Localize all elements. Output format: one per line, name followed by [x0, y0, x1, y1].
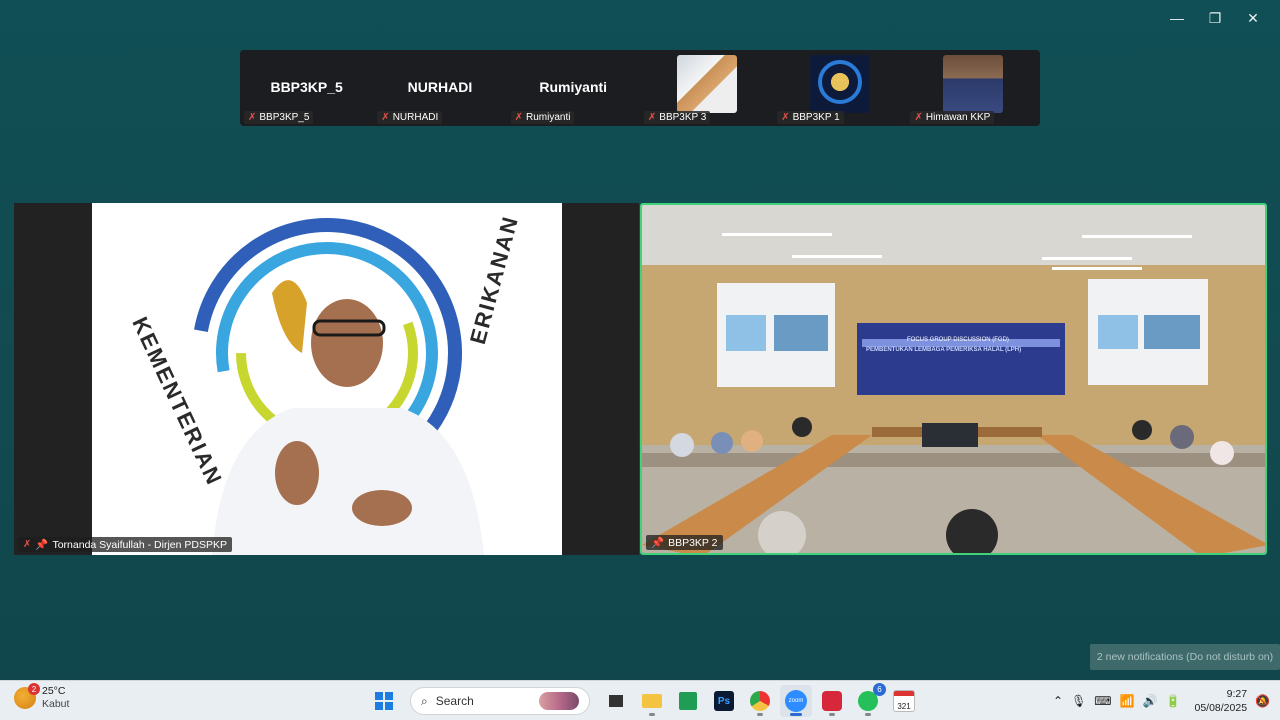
participant-tag: ✗ Himawan KKP [910, 111, 995, 124]
notification-bell-icon[interactable]: 🔕 [1255, 694, 1270, 708]
file-explorer-icon[interactable] [636, 685, 668, 717]
participant-video [943, 55, 1004, 113]
chrome-glyph [750, 691, 770, 711]
chevron-up-icon[interactable]: ⌃ [1053, 694, 1063, 708]
weather-widget[interactable]: 2 25°C Kabut [14, 683, 69, 711]
minimize-button[interactable]: — [1158, 6, 1196, 30]
participant-tile[interactable]: NURHADI ✗ NURHADI [373, 50, 506, 126]
search-label: Search [435, 694, 474, 708]
participant-label: BBP3KP_5 [259, 112, 310, 123]
participant-name: BBP3KP_5 [270, 79, 343, 95]
speaker-label: 📌 BBP3KP 2 [646, 535, 723, 550]
volume-icon[interactable]: 🔊 [1143, 694, 1158, 708]
search-box[interactable]: ⌕ Search [410, 687, 590, 715]
mic-muted-icon: ✗ [248, 112, 257, 123]
participant-tile[interactable]: ✗ BBP3KP 1 [773, 50, 906, 126]
participant-tile[interactable]: Rumiyanti ✗ Rumiyanti [507, 50, 640, 126]
notification-toast[interactable]: 2 new notifications (Do not disturb on) [1090, 644, 1280, 670]
start-button[interactable] [368, 685, 400, 717]
participant-tile[interactable]: ✗ Himawan KKP [906, 50, 1039, 126]
slide-background: KEMENTERIAN ERIKANAN [92, 203, 562, 555]
banner-subtitle: FOCUS GROUP DISCUSSION (FGD) [907, 337, 1009, 343]
search-highlight-icon [539, 692, 579, 710]
mic-muted-icon: ✗ [647, 112, 657, 123]
whatsapp-badge: 6 [873, 683, 886, 696]
weather-badge: 2 [28, 683, 40, 695]
excel-icon[interactable] [672, 685, 704, 717]
participant-video [809, 55, 870, 113]
running-indicator [790, 713, 802, 716]
microphone-icon[interactable]: 🎙 [1071, 694, 1086, 708]
pin-icon: 📌 [651, 537, 665, 549]
meeting-room-video [642, 205, 1265, 553]
windows-icon [375, 692, 393, 710]
speaker-video-right[interactable]: FOCUS GROUP DISCUSSION (FGD) PEMBENTUKAN… [640, 203, 1267, 555]
speaker-name: BBP3KP 2 [668, 536, 718, 549]
mic-muted-icon: ✗ [914, 112, 923, 123]
whatsapp-icon[interactable]: 6 [852, 683, 886, 717]
excel-glyph [679, 692, 697, 710]
calendar-glyph: 321 [894, 691, 914, 711]
battery-icon[interactable]: 🔋 [1166, 694, 1181, 708]
participant-tag: ✗ NURHADI [377, 111, 443, 124]
zoom-glyph: zoom [785, 690, 807, 712]
participant-tile[interactable]: BBP3KP_5 ✗ BBP3KP_5 [240, 50, 373, 126]
keyboard-icon[interactable]: ⌨ [1094, 694, 1111, 708]
wifi-icon[interactable]: 📶 [1120, 694, 1135, 708]
taskbar: 2 25°C Kabut ⌕ Search Ps zoom 6 321 ⌃ 🎙 … [0, 680, 1280, 720]
weather-icon: 2 [14, 683, 40, 709]
mic-muted-icon: ✗ [781, 112, 790, 123]
folder-glyph [642, 694, 662, 708]
participant-tile[interactable]: ✗ BBP3KP 3 [640, 50, 773, 126]
weather-temp: 25°C [42, 685, 66, 697]
pin-icon: 📌 [35, 539, 49, 551]
task-view-glyph [609, 695, 623, 707]
participant-tag: ✗ BBP3KP 3 [643, 111, 711, 124]
participant-label: BBP3KP 3 [659, 112, 707, 123]
wps-glyph [822, 691, 842, 711]
task-view-icon[interactable] [600, 685, 632, 717]
mic-muted-icon: ✗ [23, 539, 32, 550]
weather-text: 25°C Kabut [42, 685, 69, 711]
clock[interactable]: 9:27 05/08/2025 [1194, 687, 1247, 715]
system-tray: ⌃ 🎙 ⌨ 📶 🔊 🔋 9:27 05/08/2025 🔕 [1053, 685, 1270, 717]
participant-label: NURHADI [392, 112, 439, 123]
zoom-icon[interactable]: zoom [780, 685, 812, 717]
banner-title: PEMBENTUKAN LEMBAGA PEMERIKSA HALAL (LPH… [866, 347, 1022, 353]
running-indicator [649, 713, 655, 716]
window-controls: — ❐ ✕ [1158, 6, 1272, 30]
speaker-label: ✗ 📌 Tornanda Syaifullah - Dirjen PDSPKP [18, 537, 232, 552]
running-indicator [757, 713, 763, 716]
speaker-video-left[interactable]: KEMENTERIAN ERIKANAN ✗ 📌 Tornanda Syaifu… [14, 203, 639, 555]
participant-strip: BBP3KP_5 ✗ BBP3KP_5 NURHADI ✗ NURHADI Ru… [240, 50, 1040, 126]
participant-name: Rumiyanti [539, 79, 608, 95]
photoshop-icon[interactable]: Ps [708, 685, 740, 717]
emblem-logo [817, 60, 862, 104]
running-indicator [829, 713, 835, 716]
speaker-name: Tornanda Syaifullah - Dirjen PDSPKP [52, 538, 227, 551]
participant-label: Himawan KKP [925, 112, 991, 123]
participant-video [676, 55, 737, 113]
clock-date: 05/08/2025 [1194, 702, 1248, 714]
maximize-button[interactable]: ❐ [1196, 6, 1234, 30]
mic-muted-icon: ✗ [514, 112, 523, 123]
photoshop-glyph: Ps [714, 691, 734, 711]
participant-tag: ✗ Rumiyanti [510, 111, 575, 124]
search-icon: ⌕ [421, 693, 428, 708]
clock-time: 9:27 [1226, 688, 1248, 700]
participant-name: NURHADI [407, 79, 473, 95]
calendar-icon[interactable]: 321 [888, 685, 920, 717]
weather-condition: Kabut [42, 698, 70, 710]
participant-label: BBP3KP 1 [792, 112, 840, 123]
chrome-icon[interactable] [744, 685, 776, 717]
mic-muted-icon: ✗ [381, 112, 390, 123]
participant-tag: ✗ BBP3KP_5 [244, 111, 314, 124]
running-indicator [865, 713, 871, 716]
participant-tag: ✗ BBP3KP 1 [777, 111, 844, 124]
close-button[interactable]: ✕ [1234, 6, 1272, 30]
participant-label: Rumiyanti [525, 112, 571, 123]
wps-icon[interactable] [816, 685, 848, 717]
taskbar-apps: ⌕ Search Ps zoom 6 321 [368, 683, 920, 717]
